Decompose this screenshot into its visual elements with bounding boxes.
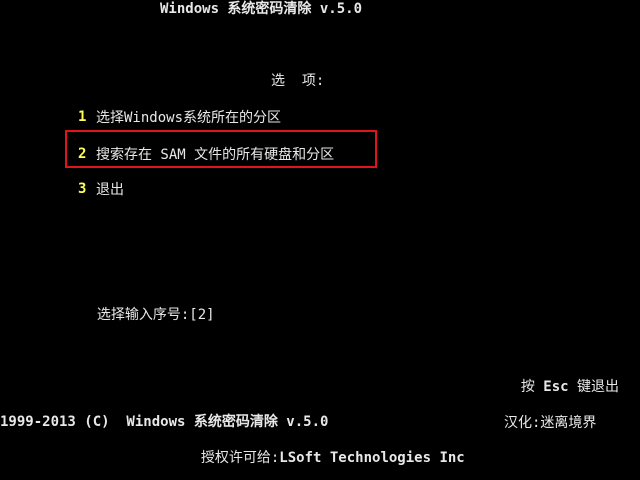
menu-item-number: 3	[78, 181, 87, 197]
esc-hint-suffix: 键退出	[577, 379, 620, 395]
menu-item-exit[interactable]: 3 退出	[78, 178, 124, 200]
menu-item-label: 选择Windows系统所在的分区	[96, 110, 282, 126]
prompt-label: 选择输入序号:	[96, 307, 190, 323]
esc-key-label: Esc	[543, 379, 569, 395]
menu-item-label: 搜索存在 SAM 文件的所有硬盘和分区	[96, 147, 335, 163]
esc-hint-prefix: 按	[520, 379, 535, 395]
menu-item-number: 2	[78, 146, 87, 162]
menu-item-select-partition[interactable]: 1 选择Windows系统所在的分区	[78, 106, 281, 128]
menu-item-search-sam[interactable]: 2 搜索存在 SAM 文件的所有硬盘和分区	[78, 143, 334, 165]
app-title: Windows 系统密码清除 v.5.0	[160, 1, 363, 17]
license-value: LSoft Technologies Inc	[279, 450, 465, 466]
menu-item-number: 1	[78, 109, 87, 125]
selection-prompt[interactable]: 选择输入序号:[2]	[80, 288, 215, 324]
menu-item-label: 退出	[96, 182, 124, 198]
localization-credit: 汉化:迷离境界	[504, 415, 597, 431]
copyright-line: 1999-2013 (C) Windows 系统密码清除 v.5.0	[0, 414, 329, 430]
esc-exit-hint: 按 Esc 键退出	[504, 360, 619, 396]
license-line: 授权许可给:LSoft Technologies Inc	[184, 431, 465, 467]
menu-heading: 选 项:	[271, 73, 325, 89]
prompt-input-value[interactable]: [2]	[189, 307, 214, 323]
license-label: 授权许可给:	[200, 450, 280, 466]
